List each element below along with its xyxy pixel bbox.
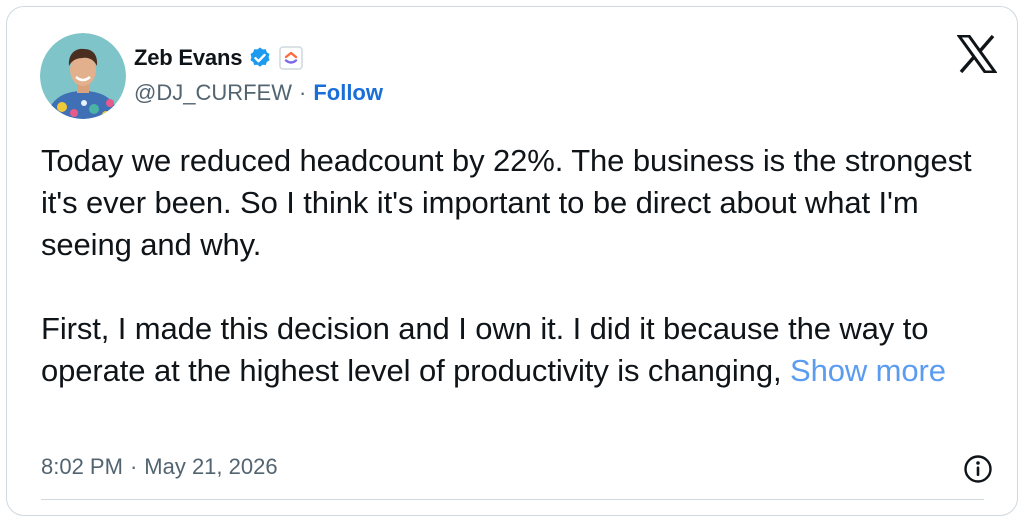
tweet-time: 8:02 PM: [41, 454, 123, 479]
separator-dot: ·: [299, 80, 307, 105]
author-name-row: Zeb Evans: [134, 43, 303, 73]
tweet-paragraph-2: First, I made this decision and I own it…: [41, 308, 991, 392]
author-name[interactable]: Zeb Evans: [134, 45, 242, 71]
tweet-text: Today we reduced headcount by 22%. The b…: [41, 140, 991, 392]
tweet-card: Zeb Evans @DJ_CURFEW · Follow Today we r…: [6, 6, 1018, 516]
x-logo-icon[interactable]: [956, 34, 998, 74]
author-handle-row: @DJ_CURFEW · Follow: [134, 80, 383, 106]
show-more-link[interactable]: Show more: [790, 353, 946, 388]
avatar[interactable]: [40, 33, 126, 119]
footer-divider: [41, 499, 984, 500]
tweet-timestamp[interactable]: 8:02 PM · May 21, 2026: [41, 454, 278, 480]
clickup-logo-icon[interactable]: [279, 46, 303, 70]
verified-badge-icon[interactable]: [248, 46, 272, 70]
info-icon[interactable]: [963, 454, 993, 484]
author-handle[interactable]: @DJ_CURFEW: [134, 80, 292, 106]
tweet-paragraph-1: Today we reduced headcount by 22%. The b…: [41, 143, 972, 262]
follow-button[interactable]: Follow: [313, 80, 383, 106]
timestamp-separator: ·: [129, 454, 138, 479]
tweet-date: May 21, 2026: [144, 454, 278, 479]
